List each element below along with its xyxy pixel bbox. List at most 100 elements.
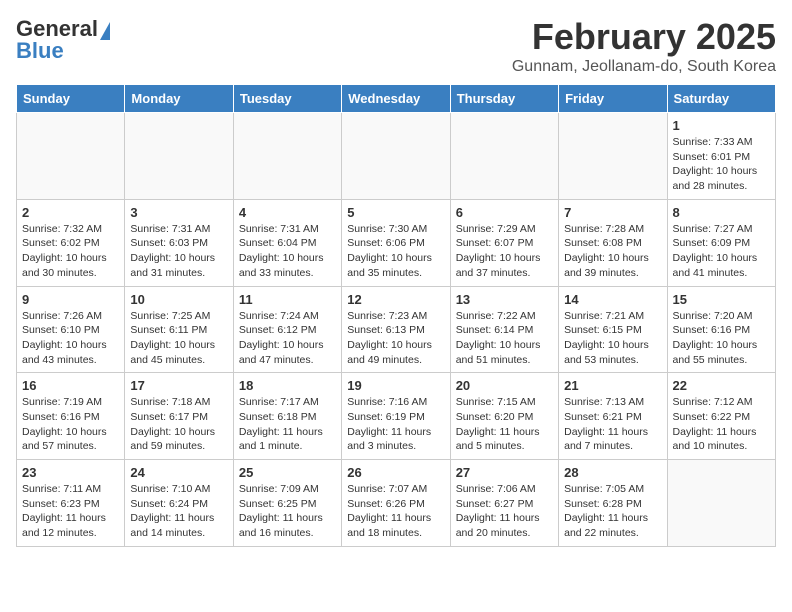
day-number: 28 — [564, 465, 661, 480]
calendar-cell-week3-day5: 14Sunrise: 7:21 AM Sunset: 6:15 PM Dayli… — [559, 286, 667, 373]
calendar-cell-week5-day4: 27 Sunrise: 7:06 AM Sunset: 6:27 PM Dayli… — [450, 460, 558, 547]
calendar-cell-week1-day6: 1 Sunrise: 7:33 AM Sunset: 6:01 PM Daylig… — [667, 113, 775, 200]
calendar-cell-week2-day4: 6 Sunrise: 7:29 AM Sunset: 6:07 PM Daylig… — [450, 199, 558, 286]
day-info: Sunrise: 7:28 AM Sunset: 6:08 PM Dayligh… — [564, 222, 661, 281]
calendar-cell-week3-day1: 10 Sunrise: 7:25 AM Sunset: 6:11 PM Dayli… — [125, 286, 233, 373]
calendar-cell-week1-day1 — [125, 113, 233, 200]
day-number: 24 — [130, 465, 227, 480]
weekday-header-sunday: Sunday — [17, 85, 125, 113]
calendar-week-5: 23 Sunrise: 7:11 AM Sunset: 6:23 PM Dayli… — [17, 460, 776, 547]
day-info: Sunrise: 7:16 AM Sunset: 6:19 PM Dayligh… — [347, 395, 444, 454]
day-info: Sunrise: 7:06 AM Sunset: 6:27 PM Dayligh… — [456, 482, 553, 541]
day-number: 23 — [22, 465, 119, 480]
calendar-cell-week4-day5: 21Sunrise: 7:13 AM Sunset: 6:21 PM Dayli… — [559, 373, 667, 460]
day-number: 13 — [456, 292, 553, 307]
day-info: Sunrise: 7:30 AM Sunset: 6:06 PM Dayligh… — [347, 222, 444, 281]
day-number: 5 — [347, 205, 444, 220]
calendar-week-2: 2 Sunrise: 7:32 AM Sunset: 6:02 PM Daylig… — [17, 199, 776, 286]
day-info: Sunrise: 7:15 AM Sunset: 6:20 PM Dayligh… — [456, 395, 553, 454]
weekday-header-wednesday: Wednesday — [342, 85, 450, 113]
day-info: Sunrise: 7:33 AM Sunset: 6:01 PM Dayligh… — [673, 135, 770, 194]
day-info: Sunrise: 7:31 AM Sunset: 6:03 PM Dayligh… — [130, 222, 227, 281]
day-number: 7 — [564, 205, 661, 220]
day-number: 9 — [22, 292, 119, 307]
day-info: Sunrise: 7:09 AM Sunset: 6:25 PM Dayligh… — [239, 482, 336, 541]
calendar-week-4: 16 Sunrise: 7:19 AM Sunset: 6:16 PM Dayli… — [17, 373, 776, 460]
weekday-header-monday: Monday — [125, 85, 233, 113]
day-number: 25 — [239, 465, 336, 480]
calendar-cell-week5-day1: 24Sunrise: 7:10 AM Sunset: 6:24 PM Dayli… — [125, 460, 233, 547]
day-info: Sunrise: 7:25 AM Sunset: 6:11 PM Dayligh… — [130, 309, 227, 368]
calendar-cell-week4-day0: 16 Sunrise: 7:19 AM Sunset: 6:16 PM Dayli… — [17, 373, 125, 460]
weekday-header-thursday: Thursday — [450, 85, 558, 113]
weekday-header-tuesday: Tuesday — [233, 85, 341, 113]
calendar-header-row: SundayMondayTuesdayWednesdayThursdayFrid… — [17, 85, 776, 113]
day-info: Sunrise: 7:26 AM Sunset: 6:10 PM Dayligh… — [22, 309, 119, 368]
day-number: 15 — [673, 292, 770, 307]
day-info: Sunrise: 7:32 AM Sunset: 6:02 PM Dayligh… — [22, 222, 119, 281]
day-number: 10 — [130, 292, 227, 307]
logo: General Blue — [16, 16, 110, 64]
calendar-cell-week5-day2: 25 Sunrise: 7:09 AM Sunset: 6:25 PM Dayli… — [233, 460, 341, 547]
day-info: Sunrise: 7:27 AM Sunset: 6:09 PM Dayligh… — [673, 222, 770, 281]
calendar-cell-week5-day0: 23 Sunrise: 7:11 AM Sunset: 6:23 PM Dayli… — [17, 460, 125, 547]
day-number: 18 — [239, 378, 336, 393]
day-number: 19 — [347, 378, 444, 393]
calendar-cell-week4-day1: 17 Sunrise: 7:18 AM Sunset: 6:17 PM Dayli… — [125, 373, 233, 460]
day-number: 16 — [22, 378, 119, 393]
calendar-week-3: 9 Sunrise: 7:26 AM Sunset: 6:10 PM Daylig… — [17, 286, 776, 373]
calendar-cell-week4-day4: 20 Sunrise: 7:15 AM Sunset: 6:20 PM Dayli… — [450, 373, 558, 460]
calendar-cell-week5-day5: 28 Sunrise: 7:05 AM Sunset: 6:28 PM Dayli… — [559, 460, 667, 547]
title-block: February 2025 Gunnam, Jeollanam-do, Sout… — [512, 16, 776, 76]
calendar-cell-week3-day3: 12 Sunrise: 7:23 AM Sunset: 6:13 PM Dayli… — [342, 286, 450, 373]
calendar: SundayMondayTuesdayWednesdayThursdayFrid… — [16, 84, 776, 547]
day-info: Sunrise: 7:24 AM Sunset: 6:12 PM Dayligh… — [239, 309, 336, 368]
day-number: 27 — [456, 465, 553, 480]
day-info: Sunrise: 7:07 AM Sunset: 6:26 PM Dayligh… — [347, 482, 444, 541]
calendar-cell-week1-day2 — [233, 113, 341, 200]
calendar-cell-week5-day3: 26 Sunrise: 7:07 AM Sunset: 6:26 PM Dayli… — [342, 460, 450, 547]
calendar-cell-week4-day2: 18Sunrise: 7:17 AM Sunset: 6:18 PM Dayli… — [233, 373, 341, 460]
day-info: Sunrise: 7:19 AM Sunset: 6:16 PM Dayligh… — [22, 395, 119, 454]
logo-blue: Blue — [16, 38, 64, 64]
day-info: Sunrise: 7:29 AM Sunset: 6:07 PM Dayligh… — [456, 222, 553, 281]
calendar-cell-week3-day4: 13 Sunrise: 7:22 AM Sunset: 6:14 PM Dayli… — [450, 286, 558, 373]
calendar-cell-week3-day0: 9 Sunrise: 7:26 AM Sunset: 6:10 PM Daylig… — [17, 286, 125, 373]
day-info: Sunrise: 7:23 AM Sunset: 6:13 PM Dayligh… — [347, 309, 444, 368]
calendar-cell-week2-day1: 3 Sunrise: 7:31 AM Sunset: 6:03 PM Daylig… — [125, 199, 233, 286]
day-number: 26 — [347, 465, 444, 480]
day-number: 11 — [239, 292, 336, 307]
calendar-cell-week2-day6: 8 Sunrise: 7:27 AM Sunset: 6:09 PM Daylig… — [667, 199, 775, 286]
day-number: 17 — [130, 378, 227, 393]
day-info: Sunrise: 7:12 AM Sunset: 6:22 PM Dayligh… — [673, 395, 770, 454]
logo-triangle-icon — [100, 22, 110, 40]
calendar-cell-week2-day2: 4 Sunrise: 7:31 AM Sunset: 6:04 PM Daylig… — [233, 199, 341, 286]
day-number: 4 — [239, 205, 336, 220]
day-info: Sunrise: 7:11 AM Sunset: 6:23 PM Dayligh… — [22, 482, 119, 541]
day-number: 20 — [456, 378, 553, 393]
calendar-cell-week1-day5 — [559, 113, 667, 200]
calendar-week-1: 1 Sunrise: 7:33 AM Sunset: 6:01 PM Daylig… — [17, 113, 776, 200]
day-info: Sunrise: 7:21 AM Sunset: 6:15 PM Dayligh… — [564, 309, 661, 368]
calendar-cell-week2-day3: 5 Sunrise: 7:30 AM Sunset: 6:06 PM Daylig… — [342, 199, 450, 286]
day-info: Sunrise: 7:22 AM Sunset: 6:14 PM Dayligh… — [456, 309, 553, 368]
day-number: 3 — [130, 205, 227, 220]
weekday-header-saturday: Saturday — [667, 85, 775, 113]
calendar-cell-week2-day0: 2 Sunrise: 7:32 AM Sunset: 6:02 PM Daylig… — [17, 199, 125, 286]
calendar-cell-week1-day0 — [17, 113, 125, 200]
month-title: February 2025 — [512, 16, 776, 58]
day-number: 6 — [456, 205, 553, 220]
calendar-cell-week2-day5: 7 Sunrise: 7:28 AM Sunset: 6:08 PM Daylig… — [559, 199, 667, 286]
day-number: 2 — [22, 205, 119, 220]
day-info: Sunrise: 7:05 AM Sunset: 6:28 PM Dayligh… — [564, 482, 661, 541]
day-info: Sunrise: 7:31 AM Sunset: 6:04 PM Dayligh… — [239, 222, 336, 281]
day-info: Sunrise: 7:18 AM Sunset: 6:17 PM Dayligh… — [130, 395, 227, 454]
weekday-header-friday: Friday — [559, 85, 667, 113]
page-header: General Blue February 2025 Gunnam, Jeoll… — [16, 16, 776, 76]
day-number: 21 — [564, 378, 661, 393]
day-number: 8 — [673, 205, 770, 220]
day-number: 1 — [673, 118, 770, 133]
calendar-cell-week3-day2: 11 Sunrise: 7:24 AM Sunset: 6:12 PM Dayli… — [233, 286, 341, 373]
day-number: 12 — [347, 292, 444, 307]
calendar-cell-week5-day6 — [667, 460, 775, 547]
